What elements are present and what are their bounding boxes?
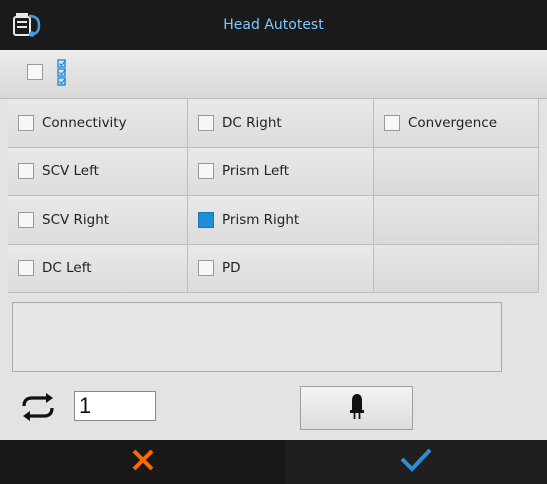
checkbox[interactable] [198, 163, 214, 180]
test-prism-right[interactable]: Prism Right [188, 196, 374, 245]
test-label: DC Left [42, 260, 92, 277]
test-grid: Connectivity DC Right Convergence SCV Le… [8, 98, 539, 293]
checklist-icon [56, 58, 76, 92]
checkbox[interactable] [18, 211, 34, 228]
lamp-button[interactable] [300, 386, 413, 430]
empty-cell [374, 244, 539, 293]
checkbox[interactable] [18, 114, 34, 131]
test-label: Connectivity [42, 114, 127, 131]
checkbox[interactable] [18, 260, 34, 277]
window-title: Head Autotest [223, 17, 324, 33]
test-label: DC Right [222, 114, 282, 131]
checkbox-checked[interactable] [198, 211, 214, 228]
test-connectivity[interactable]: Connectivity [8, 99, 188, 148]
checkbox[interactable] [18, 163, 34, 180]
empty-cell [374, 196, 539, 245]
close-icon [131, 448, 155, 476]
test-label: PD [222, 260, 241, 277]
bottom-bar [0, 440, 547, 484]
test-scv-left[interactable]: SCV Left [8, 147, 188, 196]
test-prism-left[interactable]: Prism Left [188, 147, 374, 196]
test-label: Convergence [408, 114, 498, 131]
test-scv-right[interactable]: SCV Right [8, 196, 188, 245]
test-label: SCV Right [42, 211, 110, 228]
test-dc-right[interactable]: DC Right [188, 99, 374, 148]
select-all-checkbox[interactable] [27, 64, 43, 80]
test-label: SCV Left [42, 163, 99, 180]
title-bar: Head Autotest [0, 0, 547, 50]
test-dc-left[interactable]: DC Left [8, 244, 188, 293]
repeat-count-input[interactable]: 1 [74, 391, 156, 421]
checkbox[interactable] [198, 260, 214, 277]
checkbox[interactable] [198, 114, 214, 131]
repeat-icon [18, 392, 58, 422]
cancel-button[interactable] [0, 440, 285, 484]
lamp-icon [349, 392, 365, 424]
ok-button[interactable] [285, 440, 547, 484]
empty-cell [374, 147, 539, 196]
test-label: Prism Left [222, 163, 290, 180]
message-box [12, 302, 502, 372]
test-pd[interactable]: PD [188, 244, 374, 293]
test-label: Prism Right [222, 211, 300, 228]
checkmark-icon [399, 447, 433, 477]
test-convergence[interactable]: Convergence [374, 99, 539, 148]
checkbox[interactable] [384, 114, 400, 131]
select-all-row [0, 50, 547, 99]
